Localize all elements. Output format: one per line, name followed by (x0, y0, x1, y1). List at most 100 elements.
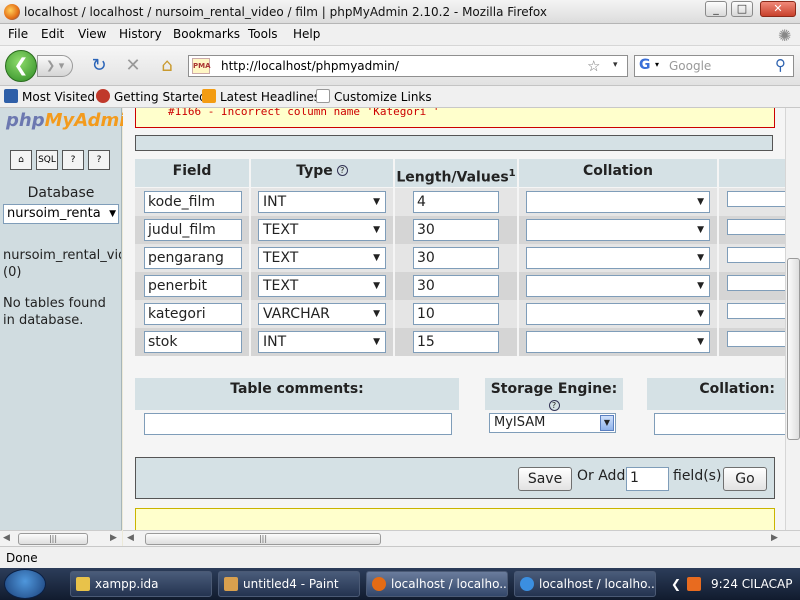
length-input[interactable]: 30 (413, 247, 499, 269)
help-icon[interactable]: ? (548, 400, 560, 411)
scroll-right-icon[interactable]: ▶ (110, 533, 117, 543)
field-name-input[interactable]: penerbit (144, 275, 242, 297)
tray-expand-icon[interactable]: ❮ (671, 571, 681, 597)
scroll-left-icon[interactable]: ◀ (127, 533, 134, 543)
field-name-input[interactable]: kategori (144, 303, 242, 325)
length-input[interactable]: 30 (413, 219, 499, 241)
cell-attributes (719, 272, 785, 300)
collation-select[interactable]: ▼ (526, 275, 710, 297)
collation-select[interactable]: ▼ (526, 303, 710, 325)
attributes-select[interactable] (727, 331, 785, 347)
chevron-down-icon: ▼ (697, 225, 704, 235)
taskbar-item-firefox-active[interactable]: localhost / localho... (366, 571, 508, 597)
url-dropdown-icon[interactable]: ▾ (613, 60, 618, 70)
attributes-select[interactable] (727, 275, 785, 291)
type-select[interactable]: VARCHAR ▼ (258, 303, 386, 325)
cell-length: 4 (395, 188, 517, 216)
search-engine-dropdown-icon[interactable]: ▾ (655, 60, 659, 69)
menu-bookmarks[interactable]: Bookmarks (173, 27, 240, 41)
main-scroll-thumb[interactable]: ||| (145, 533, 381, 545)
collation-select[interactable]: ▼ (526, 191, 710, 213)
length-input[interactable]: 15 (413, 331, 499, 353)
bookmark-customize-links[interactable]: Customize Links (316, 89, 432, 104)
home-icon[interactable]: ⌂ (156, 56, 178, 76)
storage-engine-select[interactable]: MyISAM ▼ (489, 413, 616, 433)
main-horizontal-scrollbar[interactable]: ◀ ||| ▶ (123, 530, 800, 546)
home-icon[interactable]: ⌂ (10, 150, 32, 170)
sidebar-scroll-thumb[interactable]: ||| (18, 533, 88, 545)
go-button[interactable]: Go (723, 467, 767, 491)
vertical-scrollbar[interactable] (785, 108, 800, 530)
clock[interactable]: 9:24 CILACAP (711, 571, 792, 597)
bookmark-star-icon[interactable]: ☆ (587, 57, 600, 75)
back-button[interactable]: ❮ (5, 50, 37, 82)
minimize-button[interactable]: _ (705, 1, 727, 17)
sidebar-horizontal-scrollbar[interactable]: ◀ ||| ▶ (0, 530, 122, 546)
type-select[interactable]: TEXT ▼ (258, 247, 386, 269)
start-button[interactable] (4, 569, 46, 599)
collation-select[interactable]: ▼ (526, 219, 710, 241)
search-icon[interactable]: ⚲ (775, 56, 786, 74)
close-window-button[interactable]: ✕ (760, 1, 796, 17)
forward-button[interactable]: ❯ ▾ (37, 55, 73, 77)
attributes-select[interactable] (727, 219, 785, 235)
field-name-input[interactable]: kode_film (144, 191, 242, 213)
reload-icon[interactable]: ↻ (88, 56, 110, 76)
type-select[interactable]: INT ▼ (258, 191, 386, 213)
type-select[interactable]: TEXT ▼ (258, 219, 386, 241)
menu-view[interactable]: View (78, 27, 106, 41)
menu-file[interactable]: File (8, 27, 28, 41)
error-message: #1166 - Incorrect column name 'Kategori … (168, 108, 440, 118)
attributes-select[interactable] (727, 191, 785, 207)
database-select[interactable]: nursoim_renta ▼ (3, 204, 119, 224)
attributes-select[interactable] (727, 247, 785, 263)
bookmark-getting-started[interactable]: Getting Started (96, 89, 207, 104)
taskbar-item-xampp[interactable]: xampp.ida (70, 571, 212, 597)
cell-attributes (719, 244, 785, 272)
maximize-button[interactable]: □ (731, 1, 753, 17)
stop-icon[interactable]: ✕ (122, 56, 144, 76)
attributes-select[interactable] (727, 303, 785, 319)
field-name-input[interactable]: judul_film (144, 219, 242, 241)
save-button[interactable]: Save (518, 467, 572, 491)
docs-icon[interactable]: ? (88, 150, 110, 170)
search-input[interactable]: Google (669, 59, 711, 73)
phpmyadmin-logo[interactable]: phpMyAdmin (6, 110, 138, 131)
menu-tools[interactable]: Tools (248, 27, 278, 41)
length-input[interactable]: 4 (413, 191, 499, 213)
collation-select[interactable]: ▼ (526, 247, 710, 269)
menu-edit[interactable]: Edit (41, 27, 64, 41)
bookmark-label: Latest Headlines (220, 90, 321, 104)
bookmark-most-visited[interactable]: Most Visited (4, 89, 95, 104)
menu-help[interactable]: Help (293, 27, 320, 41)
xampp-tray-icon[interactable] (687, 577, 701, 591)
menu-history[interactable]: History (119, 27, 162, 41)
url-bar[interactable]: PMA http://localhost/phpmyadmin/ ☆ ▾ (188, 55, 628, 77)
collation-select[interactable]: ▼ (526, 331, 710, 353)
query-window-icon[interactable]: ? (62, 150, 84, 170)
type-select[interactable]: TEXT ▼ (258, 275, 386, 297)
add-fields-count-input[interactable]: 1 (626, 467, 669, 491)
taskbar-item-paint[interactable]: untitled4 - Paint (218, 571, 360, 597)
scroll-right-icon[interactable]: ▶ (771, 533, 778, 543)
table-row: kode_film INT ▼ 4 ▼ (135, 188, 785, 216)
search-box[interactable]: G ▾ Google ⚲ (634, 55, 794, 77)
field-name-input[interactable]: pengarang (144, 247, 242, 269)
field-name-input[interactable]: stok (144, 331, 242, 353)
bookmark-latest-headlines[interactable]: Latest Headlines (202, 89, 320, 104)
length-input[interactable]: 30 (413, 275, 499, 297)
table-comments-input[interactable] (144, 413, 452, 435)
status-bar: Done (0, 546, 800, 568)
length-input[interactable]: 10 (413, 303, 499, 325)
database-name[interactable]: nursoim_rental_vide (0) (3, 247, 121, 281)
sql-icon[interactable]: SQL (36, 150, 58, 170)
table-collation-select[interactable] (654, 413, 785, 435)
type-select[interactable]: INT ▼ (258, 331, 386, 353)
vertical-scroll-thumb[interactable] (787, 258, 800, 440)
help-icon[interactable]: ? (336, 165, 348, 176)
scroll-left-icon[interactable]: ◀ (3, 533, 10, 543)
footnote-marker: 1 (508, 168, 516, 179)
header-type: Type? (251, 159, 393, 187)
google-icon[interactable]: G (639, 57, 651, 73)
taskbar-item-ie[interactable]: localhost / localho... (514, 571, 656, 597)
